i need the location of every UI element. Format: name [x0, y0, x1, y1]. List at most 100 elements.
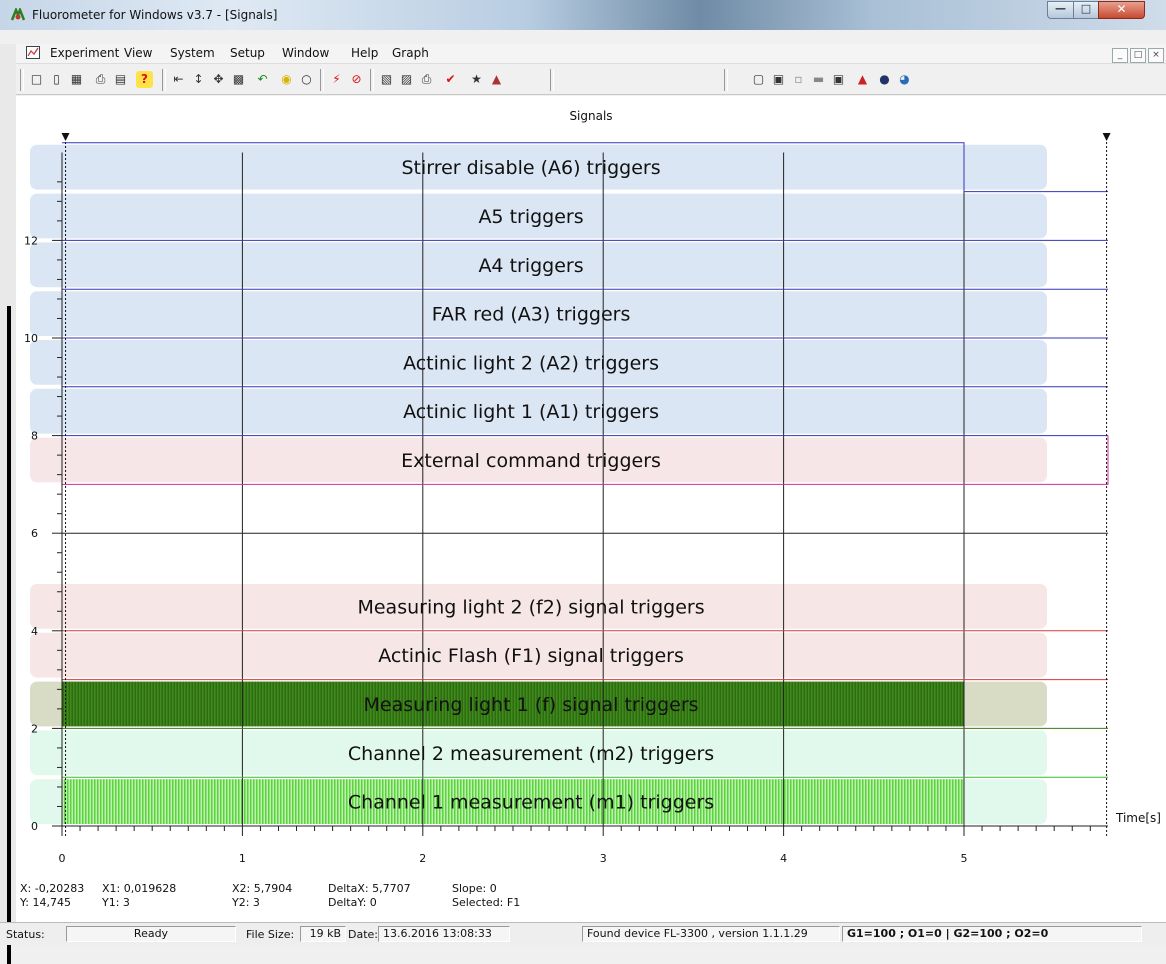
- signal-label: A5 triggers: [478, 206, 583, 228]
- x-tick-label: 3: [600, 852, 607, 865]
- graph-settings-icon[interactable]: ▣: [830, 71, 847, 88]
- menu-graph[interactable]: Graph: [392, 46, 429, 60]
- mdi-minimize-button[interactable]: _: [1112, 48, 1128, 63]
- menu-window[interactable]: Window: [282, 46, 329, 60]
- new-icon[interactable]: □: [28, 71, 45, 88]
- signal-label: Measuring light 1 (f) signal triggers: [364, 694, 699, 716]
- card-icon[interactable]: ▬: [810, 71, 827, 88]
- print-preview-icon[interactable]: ▤: [112, 71, 129, 88]
- fit-vertical-icon[interactable]: ↕: [190, 71, 207, 88]
- y-tick-label: 10: [24, 332, 38, 345]
- filesize-field: 19 kB: [300, 926, 346, 942]
- signals-graph[interactable]: Signals Stirrer disable (A6) triggers A5 t…: [16, 96, 1166, 922]
- menu-help[interactable]: Help: [351, 46, 378, 60]
- wizard-icon[interactable]: ★: [468, 71, 485, 88]
- toolbar-separator: [20, 69, 24, 91]
- y-tick-label: 0: [31, 820, 38, 833]
- copy-icon[interactable]: ▫: [790, 71, 807, 88]
- device-field: Found device FL-3300 , version 1.1.1.29: [582, 926, 840, 942]
- gain-offset-field: G1=100 ; O1=0 | G2=100 ; O2=0: [842, 926, 1142, 942]
- status-field: Ready: [66, 926, 236, 942]
- y-tick-label: 12: [24, 234, 38, 247]
- status-bar: Status: Ready File Size: 19 kB Date: 13.…: [0, 922, 1166, 945]
- flash-icon[interactable]: ⚡: [328, 71, 345, 88]
- signal-label: A4 triggers: [478, 255, 583, 277]
- readout-dx: DeltaX: 5,7707: [328, 882, 411, 895]
- toolbar-separator: [370, 69, 374, 91]
- readout-y: Y: 14,745: [19, 896, 71, 909]
- graph-title: Signals: [569, 109, 612, 123]
- toolbar-separator: [724, 69, 728, 91]
- scroll-indicator: [7, 306, 11, 964]
- stop-icon[interactable]: ⊘: [348, 71, 365, 88]
- mdi-controls: _ □ ×: [1110, 46, 1164, 63]
- x-tick-label: 0: [59, 852, 66, 865]
- chart-icon[interactable]: ▢: [750, 71, 767, 88]
- save-icon[interactable]: ▦: [68, 71, 85, 88]
- settings-icon[interactable]: ▣: [770, 71, 787, 88]
- menu-view[interactable]: View: [124, 46, 152, 60]
- save-protocol-icon[interactable]: ▨: [398, 71, 415, 88]
- light-on-icon[interactable]: ◉: [278, 71, 295, 88]
- app-logo-icon: [10, 8, 26, 21]
- cursor-marker-icon: [1102, 133, 1111, 141]
- signals-chart[interactable]: Signals Stirrer disable (A6) triggers A5 t…: [16, 96, 1166, 922]
- toolbar-separator: [320, 69, 324, 91]
- y-tick-label: 4: [31, 625, 38, 638]
- globe-icon[interactable]: ◕: [896, 71, 913, 88]
- light-off-icon[interactable]: ○: [298, 71, 315, 88]
- status-label: Status:: [6, 928, 45, 941]
- toolbar: □ ▯ ▦ ⎙ ▤ ? ⇤ ↕ ✥ ▩ ↶ ◉ ○ ⚡ ⊘ ▧ ▨ ⎙ ✔ ★ …: [16, 66, 1166, 95]
- open-icon[interactable]: ▯: [48, 71, 65, 88]
- window-title: Fluorometer for Windows v3.7 - [Signals]: [32, 8, 278, 22]
- signal-label: FAR red (A3) triggers: [432, 304, 631, 326]
- toolbar-separator: [162, 69, 166, 91]
- filesize-label: File Size:: [246, 928, 295, 941]
- readout-dy: DeltaY: 0: [328, 896, 377, 909]
- y-tick-label: 6: [31, 527, 38, 540]
- check-icon[interactable]: ✔: [442, 71, 459, 88]
- toolbar-separator: [550, 69, 554, 91]
- print-protocol-icon[interactable]: ⎙: [418, 71, 435, 88]
- mdi-restore-button[interactable]: □: [1130, 48, 1146, 63]
- menu-setup[interactable]: Setup: [230, 46, 265, 60]
- y-tick-label: 2: [31, 722, 38, 735]
- maximize-button[interactable]: □: [1073, 1, 1099, 19]
- readout-x2: X2: 5,7904: [232, 882, 292, 895]
- copy-graph-icon[interactable]: ▩: [230, 71, 247, 88]
- minimize-icon: —: [1055, 2, 1066, 15]
- minimize-button[interactable]: —: [1047, 1, 1074, 19]
- x-tick-label: 1: [239, 852, 246, 865]
- document-icon[interactable]: [26, 46, 40, 59]
- readout-y1: Y1: 3: [101, 896, 130, 909]
- date-field: 13.6.2016 13:08:33: [378, 926, 510, 942]
- menu-experiment[interactable]: Experiment: [50, 46, 119, 60]
- close-icon: ✕: [1116, 2, 1127, 16]
- x-tick-label: 4: [780, 852, 787, 865]
- signal-label: Channel 2 measurement (m2) triggers: [348, 743, 714, 765]
- x-tick-label: 2: [419, 852, 426, 865]
- fit-horizontal-icon[interactable]: ⇤: [170, 71, 187, 88]
- readout-x1: X1: 0,019628: [102, 882, 176, 895]
- signal-label: Actinic light 1 (A1) triggers: [403, 401, 659, 423]
- close-button[interactable]: ✕: [1098, 1, 1145, 19]
- device-icon[interactable]: ●: [876, 71, 893, 88]
- readout-slope: Slope: 0: [452, 882, 497, 895]
- mdi-close-button[interactable]: ×: [1148, 48, 1164, 63]
- x-axis-label: Time[s]: [1115, 811, 1161, 825]
- signal-label: Channel 1 measurement (m1) triggers: [348, 792, 714, 814]
- zoom-fit-icon[interactable]: ✥: [210, 71, 227, 88]
- transfer-icon[interactable]: ▲: [854, 71, 871, 88]
- signal-label: Actinic Flash (F1) signal triggers: [378, 645, 684, 667]
- undo-icon[interactable]: ↶: [254, 71, 271, 88]
- help-icon[interactable]: ?: [136, 71, 153, 88]
- menu-system[interactable]: System: [170, 46, 215, 60]
- mdi-frame-left: [0, 44, 16, 964]
- title-bar[interactable]: Fluorometer for Windows v3.7 - [Signals]…: [0, 0, 1166, 30]
- load-protocol-icon[interactable]: ▧: [378, 71, 395, 88]
- y-tick-label: 8: [31, 430, 38, 443]
- menu-bar: Experiment View System Setup Window Help…: [16, 44, 1166, 64]
- readout-y2: Y2: 3: [231, 896, 260, 909]
- print-icon[interactable]: ⎙: [92, 71, 109, 88]
- export-icon[interactable]: ▲: [488, 71, 505, 88]
